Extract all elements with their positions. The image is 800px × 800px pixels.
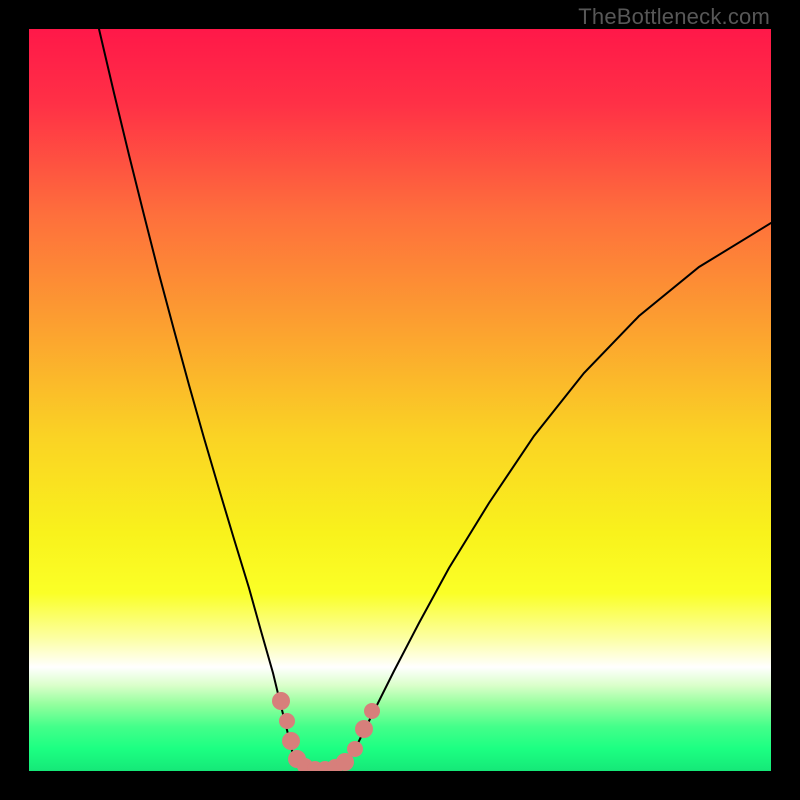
watermark-text: TheBottleneck.com <box>578 4 770 30</box>
highlight-marker <box>272 692 290 710</box>
highlight-marker <box>355 720 373 738</box>
plot-area <box>29 29 771 771</box>
highlight-marker <box>347 741 363 757</box>
plot-svg <box>29 29 771 771</box>
highlight-marker <box>279 713 295 729</box>
highlight-marker <box>364 703 380 719</box>
chart-frame: TheBottleneck.com <box>0 0 800 800</box>
highlight-marker <box>282 732 300 750</box>
